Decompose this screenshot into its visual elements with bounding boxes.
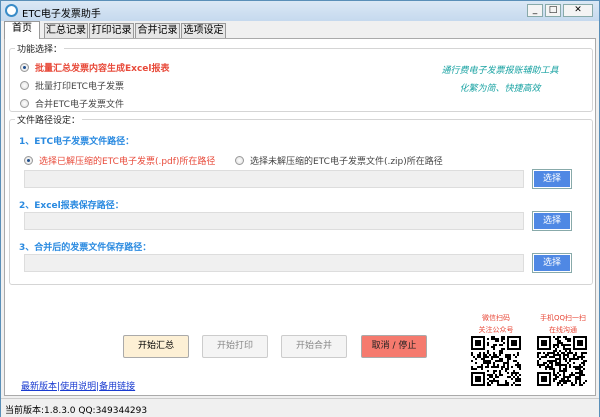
path-group: 文件路径设定： 1、ETC电子发票文件路径： 选择已解压缩的ETC电子发票(.p… bbox=[9, 113, 593, 285]
caption-line: 关注公众号 bbox=[478, 326, 514, 334]
etc-path-label: 1、ETC电子发票文件路径： bbox=[19, 137, 135, 147]
radio-unchecked-icon bbox=[20, 99, 29, 108]
excel-path-input[interactable] bbox=[24, 212, 524, 230]
radio-label: 选择未解压缩的ETC电子发票文件(.zip)所在路径 bbox=[250, 157, 443, 167]
maximize-button[interactable]: □ bbox=[545, 4, 561, 17]
radio-label: 合并ETC电子发票文件 bbox=[35, 100, 124, 110]
radio-label: 选择已解压缩的ETC电子发票(.pdf)所在路径 bbox=[39, 157, 216, 167]
tab-summary-records[interactable]: 汇总记录 bbox=[44, 23, 88, 38]
etc-path-input[interactable] bbox=[24, 170, 524, 188]
qq-qr-code bbox=[537, 336, 587, 386]
wechat-qr-caption: 微信扫码 关注公众号 bbox=[471, 312, 521, 336]
help-link[interactable]: 使用说明 bbox=[60, 382, 96, 392]
path-group-title: 文件路径设定： bbox=[15, 113, 83, 126]
tab-print-records[interactable]: 打印记录 bbox=[89, 23, 134, 38]
caption-line: 在线沟通 bbox=[549, 326, 577, 334]
radio-excel-summary[interactable]: 批量汇总发票内容生成Excel报表 bbox=[20, 61, 169, 74]
tab-home[interactable]: 首页 bbox=[4, 21, 40, 39]
latest-version-link[interactable]: 最新版本 bbox=[21, 382, 57, 392]
radio-checked-icon bbox=[20, 63, 29, 72]
tab-merge-records[interactable]: 合并记录 bbox=[135, 23, 180, 38]
merge-path-input[interactable] bbox=[24, 254, 524, 272]
radio-merge-files[interactable]: 合并ETC电子发票文件 bbox=[20, 97, 124, 110]
caption-line: 手机QQ扫一扫 bbox=[539, 314, 587, 322]
radio-batch-print[interactable]: 批量打印ETC电子发票 bbox=[20, 79, 124, 92]
tab-options[interactable]: 选项设定 bbox=[181, 23, 226, 38]
qq-qr-caption: 手机QQ扫一扫 在线沟通 bbox=[533, 312, 593, 336]
choose-excel-path-button[interactable]: 选择 bbox=[532, 211, 572, 231]
radio-pdf-path[interactable]: 选择已解压缩的ETC电子发票(.pdf)所在路径 bbox=[24, 154, 215, 167]
function-group: 功能选择： 批量汇总发票内容生成Excel报表 批量打印ETC电子发票 合并ET… bbox=[9, 42, 593, 112]
merge-path-label: 3、合并后的发票文件保存路径： bbox=[19, 243, 152, 253]
slogan-line-2: 化繁为简、快捷高效 bbox=[459, 84, 541, 94]
links-bar: 最新版本|使用说明|备用链接 bbox=[21, 379, 135, 392]
app-logo-icon bbox=[5, 4, 18, 17]
excel-path-label: 2、Excel报表保存路径： bbox=[19, 201, 124, 211]
radio-label: 批量打印ETC电子发票 bbox=[35, 82, 124, 92]
close-button[interactable]: ✕ bbox=[563, 4, 593, 17]
radio-checked-icon bbox=[24, 156, 33, 165]
status-bar: 当前版本:1.8.3.0 QQ:349344293 bbox=[1, 398, 599, 417]
start-merge-button[interactable]: 开始合并 bbox=[281, 335, 347, 358]
window-title: ETC电子发票助手 bbox=[22, 9, 101, 20]
start-print-button[interactable]: 开始打印 bbox=[202, 335, 268, 358]
app-window: ETC电子发票助手 _ □ ✕ 首页 汇总记录 打印记录 合并记录 选项设定 功… bbox=[0, 0, 600, 417]
cancel-stop-button[interactable]: 取消 / 停止 bbox=[361, 335, 427, 358]
minimize-button[interactable]: _ bbox=[527, 4, 543, 17]
wechat-qr-code bbox=[471, 336, 521, 386]
radio-unchecked-icon bbox=[20, 81, 29, 90]
caption-line: 微信扫码 bbox=[482, 314, 510, 322]
function-group-title: 功能选择： bbox=[15, 42, 65, 55]
choose-merge-path-button[interactable]: 选择 bbox=[532, 253, 572, 273]
radio-zip-path[interactable]: 选择未解压缩的ETC电子发票文件(.zip)所在路径 bbox=[235, 154, 443, 167]
start-summary-button[interactable]: 开始汇总 bbox=[123, 335, 189, 358]
slogan-line-1: 通行费电子发票报账辅助工具 bbox=[441, 66, 559, 76]
title-bar: ETC电子发票助手 _ □ ✕ bbox=[1, 1, 599, 21]
backup-link[interactable]: 备用链接 bbox=[99, 382, 135, 392]
radio-unchecked-icon bbox=[235, 156, 244, 165]
radio-label: 批量汇总发票内容生成Excel报表 bbox=[35, 64, 170, 74]
choose-etc-path-button[interactable]: 选择 bbox=[532, 169, 572, 189]
